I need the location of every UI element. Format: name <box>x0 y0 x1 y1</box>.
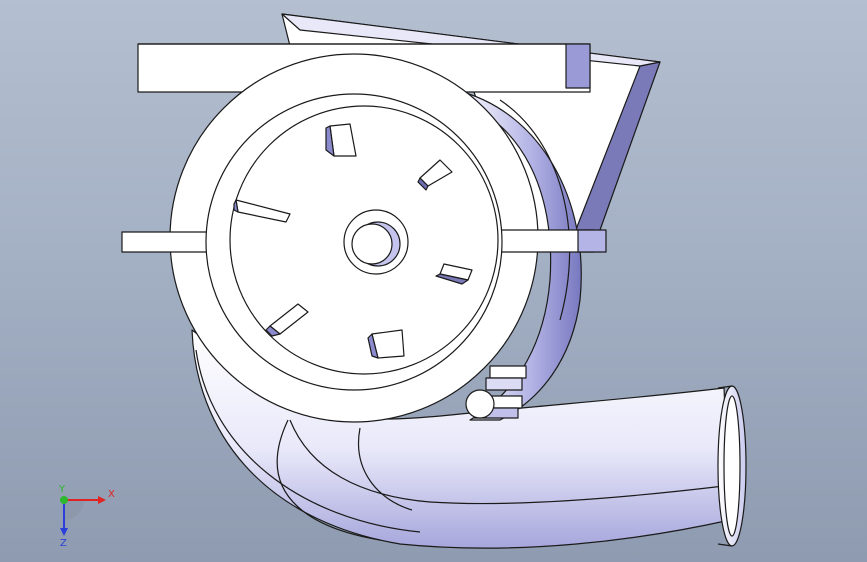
triad-plane-indicator <box>64 500 84 520</box>
y-axis-dot <box>60 496 68 504</box>
graphics-viewport[interactable]: X Y Z <box>0 0 867 562</box>
y-axis-label: Y <box>58 484 66 495</box>
rotor-hub <box>343 209 409 275</box>
impeller-housing-model[interactable] <box>0 0 867 562</box>
orientation-triad: X Y Z <box>58 484 115 549</box>
x-axis-label: X <box>108 489 115 500</box>
x-axis-arrow <box>98 496 106 504</box>
z-axis-label: Z <box>60 538 67 549</box>
z-axis-arrow <box>60 528 68 536</box>
outlet-flange <box>717 385 747 547</box>
